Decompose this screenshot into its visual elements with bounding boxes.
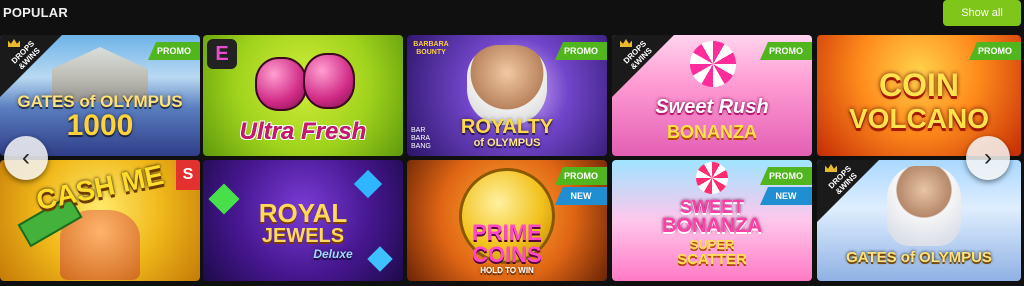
game-tagline: Deluxe: [313, 247, 353, 261]
game-tile-royalty-of-olympus[interactable]: BARBARA BOUNTY BAR BARA BANG ROYALTY of …: [407, 35, 607, 156]
game-subtitle: BONANZA: [667, 122, 757, 142]
promo-badge: PROMO: [555, 42, 607, 60]
game-subtitle: BONANZA: [662, 215, 762, 237]
game-tagline: SUPER: [689, 237, 735, 252]
promo-badge: PROMO: [760, 42, 812, 60]
endorphina-logo: E: [207, 39, 237, 69]
new-badge: NEW: [555, 187, 607, 205]
promo-badge: PROMO: [969, 42, 1021, 60]
promo-badge: PROMO: [555, 167, 607, 185]
game-tile-ultra-fresh[interactable]: Ultra Fresh E: [203, 35, 403, 156]
game-title: ROYALTY: [460, 116, 554, 138]
game-subtitle: JEWELS: [261, 225, 345, 247]
crown-icon: [620, 39, 632, 47]
drops-wins-label: DROPS &WINS: [826, 164, 859, 197]
show-all-button[interactable]: Show all: [943, 0, 1021, 26]
game-tagline-2: SCATTER: [677, 251, 747, 268]
carousel-prev-button[interactable]: ‹: [4, 136, 48, 180]
lollipop: [690, 41, 736, 87]
raspberry-left: [255, 57, 307, 111]
drops-wins-label: DROPS &WINS: [9, 39, 42, 72]
candy-swirl: [696, 162, 728, 194]
game-tile-royal-jewels-deluxe[interactable]: ROYAL JEWELS Deluxe: [203, 160, 403, 281]
crown-icon: [8, 39, 20, 47]
carousel-next-button[interactable]: ›: [966, 136, 1010, 180]
game-title: PRIME: [472, 220, 542, 245]
promo-badge: PROMO: [148, 42, 200, 60]
drops-wins-ribbon: DROPS &WINS: [817, 160, 879, 222]
section-title: POPULAR: [3, 5, 68, 20]
drops-wins-label: DROPS &WINS: [621, 39, 654, 72]
game-title: ROYAL: [258, 198, 348, 228]
game-title: GATES of OLYMPUS: [846, 249, 992, 266]
game-title: COIN: [879, 67, 959, 103]
game-tile-sweet-rush-bonanza[interactable]: Sweet Rush BONANZA DROPS &WINS PROMO: [612, 35, 812, 156]
game-tagline: HOLD TO WIN: [480, 266, 534, 275]
gem-right: [353, 169, 383, 199]
game-tile-sweet-bonanza-super-scatter[interactable]: SWEET BONANZA SUPER SCATTER PROMO NEW: [612, 160, 812, 281]
chevron-right-icon: ›: [984, 144, 992, 171]
drops-wins-ribbon: DROPS &WINS: [612, 35, 674, 97]
game-title: Ultra Fresh: [239, 118, 367, 145]
games-grid: GATES of OLYMPUS 1000 DROPS &WINS PROMO …: [0, 35, 1024, 283]
zeus-face: [467, 45, 547, 125]
zeus-figure: [887, 166, 961, 246]
studio-logo: BARBARA BOUNTY: [413, 41, 449, 56]
game-title: GATES of OLYMPUS: [17, 92, 183, 111]
game-tile-prime-coins[interactable]: PRIME COINS HOLD TO WIN PROMO NEW: [407, 160, 607, 281]
game-title: Sweet Rush: [655, 96, 769, 118]
game-subtitle: VOLCANO: [849, 103, 989, 134]
raspberry-right: [303, 53, 355, 109]
game-subtitle: COINS: [472, 242, 542, 267]
promo-badge: PROMO: [760, 167, 812, 185]
chevron-left-icon: ‹: [22, 144, 30, 171]
game-subtitle: of OLYMPUS: [473, 137, 541, 149]
new-badge: NEW: [760, 187, 812, 205]
crown-icon: [825, 164, 837, 172]
provider-side-logo: S: [176, 160, 200, 190]
